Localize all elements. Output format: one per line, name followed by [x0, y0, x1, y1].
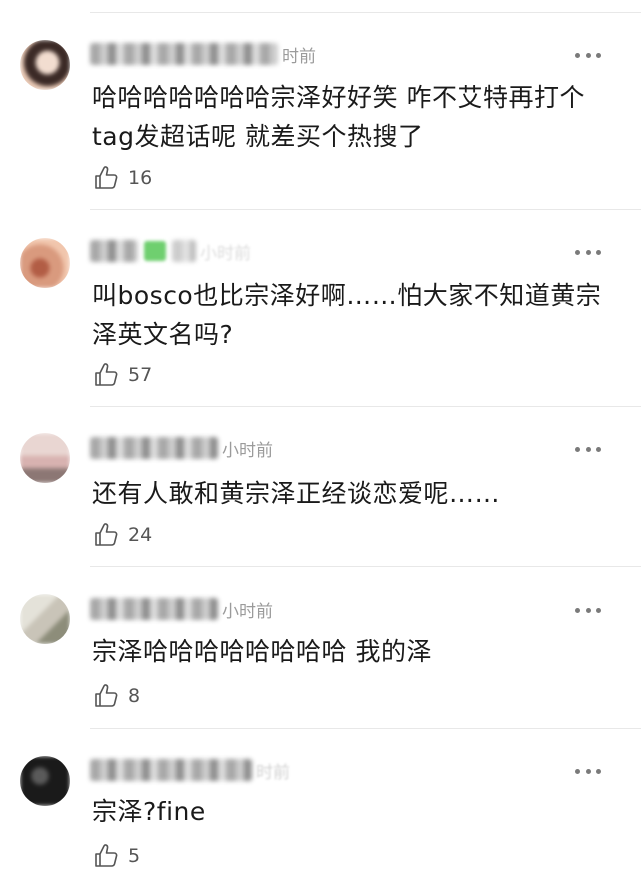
member-badge — [144, 241, 166, 261]
username-blurred[interactable] — [90, 240, 138, 262]
comment-text: 哈哈哈哈哈哈哈宗泽好好笑 咋不艾特再打个tag发超话呢 就差买个热搜了 — [92, 83, 585, 151]
like-count: 24 — [128, 524, 153, 546]
comment-text: 叫bosco也比宗泽好啊……怕大家不知道黄宗泽英文名吗? — [92, 281, 602, 349]
like-button[interactable]: 8 — [92, 681, 140, 711]
more-options-icon[interactable] — [575, 248, 601, 256]
thumbs-up-icon — [95, 363, 118, 386]
comment-item: 小时前 宗泽哈哈哈哈哈哈哈哈 我的泽 8 — [0, 567, 641, 729]
like-count: 5 — [128, 845, 141, 867]
like-button[interactable]: 24 — [92, 520, 152, 550]
more-options-icon[interactable] — [575, 445, 601, 453]
more-options-icon[interactable] — [575, 51, 601, 59]
username-blurred[interactable] — [90, 437, 218, 459]
username-blurred[interactable] — [90, 598, 218, 620]
timestamp: 小时前 — [200, 243, 251, 264]
comment-item: 小时前 叫bosco也比宗泽好啊……怕大家不知道黄宗泽英文名吗? 57 — [0, 210, 641, 407]
like-count: 16 — [128, 167, 153, 189]
comment-text: 宗泽哈哈哈哈哈哈哈哈 我的泽 — [92, 637, 432, 666]
comment-item: 小时前 还有人敢和黄宗泽正经谈恋爱呢…… 24 — [0, 407, 641, 567]
timestamp: 时前 — [282, 46, 316, 67]
comment-item: 时前 哈哈哈哈哈哈哈宗泽好好笑 咋不艾特再打个tag发超话呢 就差买个热搜了 1… — [0, 13, 641, 210]
avatar[interactable] — [20, 238, 70, 288]
avatar[interactable] — [20, 756, 70, 806]
thumbs-up-icon — [95, 523, 118, 546]
comment-item: 时前 宗泽?fine 5 — [0, 729, 641, 878]
like-button[interactable]: 5 — [92, 841, 140, 871]
like-button[interactable]: 16 — [92, 163, 152, 193]
timestamp: 小时前 — [222, 440, 273, 461]
more-options-icon[interactable] — [575, 767, 601, 775]
like-button[interactable]: 57 — [92, 360, 152, 390]
timestamp: 小时前 — [222, 601, 273, 622]
avatar[interactable] — [20, 433, 70, 483]
thumbs-up-icon — [95, 684, 118, 707]
more-options-icon[interactable] — [575, 606, 601, 614]
username-blurred[interactable] — [90, 759, 252, 781]
like-count: 8 — [128, 685, 141, 707]
comment-text: 宗泽?fine — [92, 797, 206, 826]
like-count: 57 — [128, 364, 153, 386]
thumbs-up-icon — [95, 166, 118, 189]
comment-text: 还有人敢和黄宗泽正经谈恋爱呢…… — [92, 479, 501, 508]
username-blurred[interactable] — [90, 43, 278, 65]
avatar[interactable] — [20, 594, 70, 644]
avatar[interactable] — [20, 40, 70, 90]
timestamp: 时前 — [256, 762, 290, 783]
thumbs-up-icon — [95, 844, 118, 867]
